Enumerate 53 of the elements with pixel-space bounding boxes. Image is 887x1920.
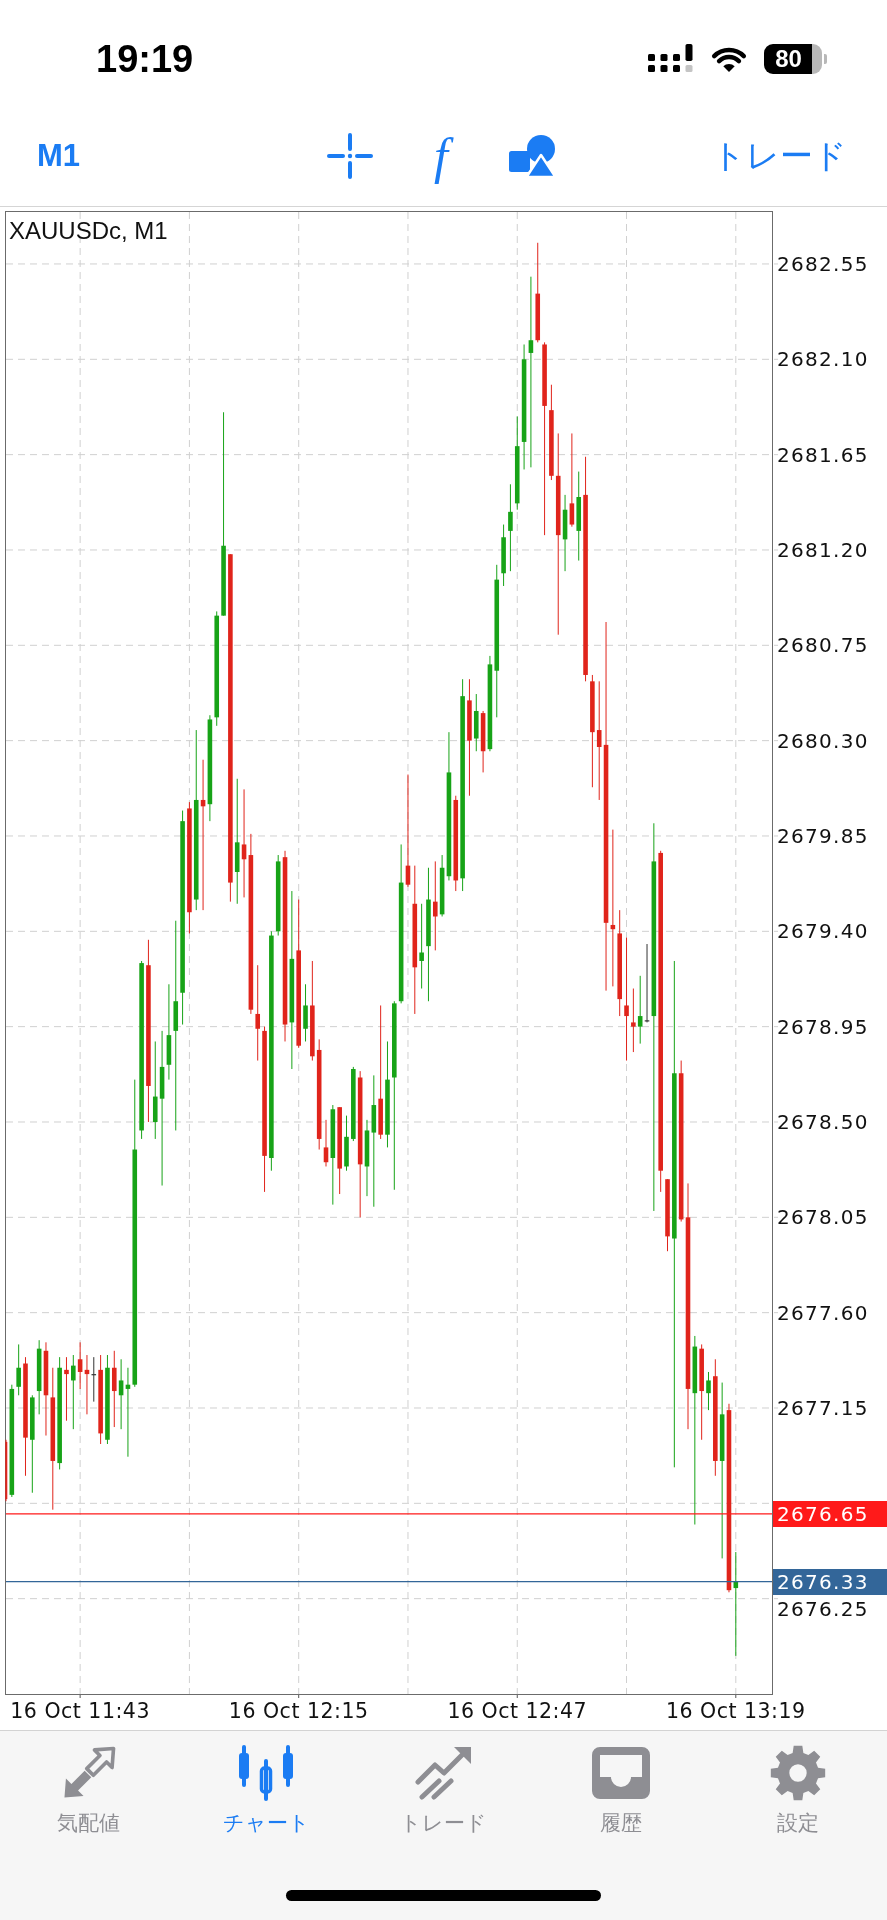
symbol-label: XAUUSDc, M1 (9, 217, 168, 245)
axis-tick (735, 1693, 737, 1699)
price-tag: 2676.65 (773, 1500, 887, 1527)
timeframe-button[interactable]: M1 (37, 138, 81, 174)
time-axis-label: 16 Oct 11:43 (10, 1699, 150, 1723)
price-axis-label: 2676.25 (777, 1596, 869, 1621)
axis-tick (79, 1693, 81, 1699)
chart-tab[interactable]: チャート (177, 1745, 355, 1836)
falling-candle (5, 1439, 8, 1502)
clock-time: 19:19 (96, 37, 194, 81)
price-axis-label: 2677.60 (777, 1300, 869, 1325)
time-axis-label: 16 Oct 12:47 (447, 1699, 588, 1723)
signal-icon (648, 44, 693, 74)
trade-button[interactable]: トレード (712, 136, 847, 176)
time-axis-label: 16 Oct 12:15 (228, 1699, 369, 1723)
price-axis-label: 2678.05 (777, 1205, 869, 1230)
settings-tab[interactable]: 設定 (709, 1745, 887, 1836)
rising-candle (303, 983, 308, 1042)
trend-arrow-icon (414, 1746, 473, 1800)
time-axis-label: 16 Oct 13:19 (666, 1699, 806, 1723)
rising-candle (473, 693, 479, 752)
inbox-tray-icon (591, 1747, 650, 1799)
axis-tick (298, 1693, 300, 1699)
price-axis-label: 2682.55 (777, 251, 869, 276)
rising-candle (706, 1371, 711, 1411)
crosshair-icon[interactable] (327, 133, 374, 179)
trade-tab[interactable]: トレード (354, 1745, 533, 1836)
falling-candle (631, 988, 636, 1053)
price-axis-label: 2678.95 (777, 1014, 869, 1039)
price-axis-label: 2681.65 (777, 442, 869, 467)
rising-candle (637, 975, 643, 1045)
price-axis-label: 2680.30 (777, 728, 869, 753)
price-axis-label: 2681.20 (777, 537, 869, 562)
doji-candle (91, 1356, 97, 1403)
rising-candle (344, 1115, 349, 1172)
price-axis-label: 2682.10 (777, 347, 869, 372)
price-axis-label: 2679.40 (777, 919, 869, 944)
price-tag: 2676.33 (773, 1568, 887, 1595)
price-axis-label: 2679.85 (777, 823, 869, 848)
wifi-icon (710, 45, 748, 73)
battery-indicator: 80 (764, 44, 827, 74)
double-arrow-icon (61, 1746, 116, 1800)
chart-icon (237, 1745, 296, 1801)
falling-candle (480, 710, 486, 773)
shapes-icon[interactable] (508, 134, 557, 178)
price-axis-label: 2680.75 (777, 633, 869, 658)
settings-icon (770, 1745, 827, 1801)
quotes-tab[interactable]: 気配値 (0, 1745, 178, 1836)
price-axis-label: 2678.50 (777, 1110, 869, 1134)
price-axis-label: 2677.15 (777, 1396, 869, 1420)
history-tab[interactable]: 履歴 (532, 1745, 710, 1836)
falling-candle (64, 1356, 69, 1422)
axis-tick (516, 1693, 518, 1699)
